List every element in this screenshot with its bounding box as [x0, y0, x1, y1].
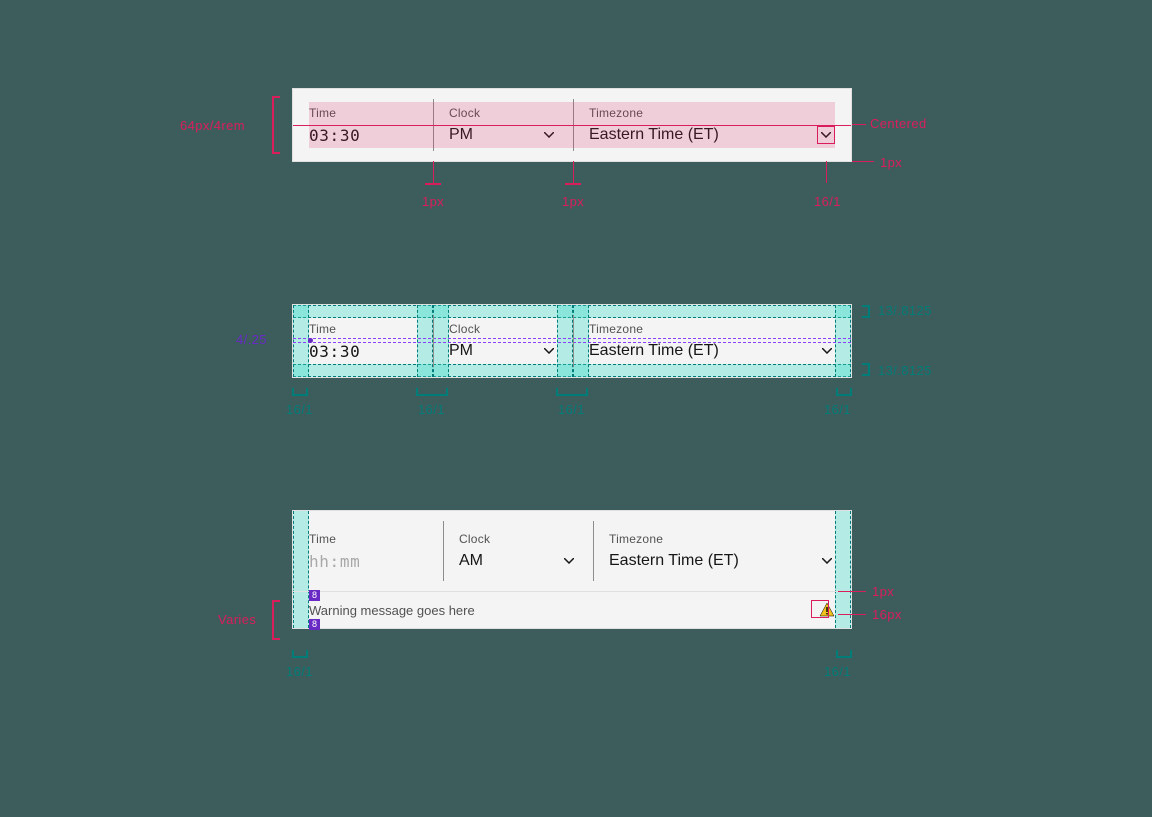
clock-value[interactable]: AM — [459, 552, 483, 570]
annot-varies: Varies — [218, 612, 256, 627]
annot-bottom-pad: 13/.8125 — [878, 363, 932, 378]
spec-panel-1: Time 03:30 Clock PM Timezone Eastern Tim… — [292, 88, 852, 162]
clock-value[interactable]: PM — [449, 342, 473, 360]
clock-label: Clock — [449, 322, 557, 336]
annot-col-right: 16/1 — [824, 664, 851, 679]
time-label: Time — [309, 106, 417, 120]
annot-icon-16px: 16px — [872, 607, 902, 622]
time-value[interactable]: 03:30 — [309, 126, 417, 145]
warning-text: Warning message goes here — [309, 603, 475, 618]
time-placeholder[interactable]: hh:mm — [309, 552, 427, 571]
clock-value[interactable]: PM — [449, 126, 473, 144]
annot-divider-1px-b: 1px — [562, 194, 584, 209]
timezone-label: Timezone — [589, 106, 835, 120]
chevron-down-icon[interactable] — [817, 126, 835, 144]
chevron-down-icon[interactable] — [819, 343, 835, 359]
clock-label: Clock — [449, 106, 557, 120]
chevron-down-icon[interactable] — [561, 553, 577, 569]
timezone-label: Timezone — [589, 322, 835, 336]
timezone-label: Timezone — [609, 532, 835, 546]
chevron-down-icon[interactable] — [541, 343, 557, 359]
timezone-value[interactable]: Eastern Time (ET) — [589, 342, 719, 360]
annot-centered: Centered — [870, 116, 927, 131]
time-label: Time — [309, 322, 417, 336]
annot-col-d: 16/1 — [824, 402, 851, 417]
spacer-badge-top: 8 — [309, 590, 320, 601]
warning-row: 8 Warning message goes here 8 — [293, 591, 851, 628]
annot-border-1px: 1px — [872, 584, 894, 599]
annot-border-1px: 1px — [880, 155, 902, 170]
annot-col-a: 16/1 — [286, 402, 313, 417]
clock-label: Clock — [459, 532, 577, 546]
timezone-value[interactable]: Eastern Time (ET) — [609, 552, 739, 570]
annot-gap-4: 4/.25 — [236, 332, 267, 347]
chevron-down-icon[interactable] — [819, 553, 835, 569]
spec-panel-2: Time 03:30 Clock PM Timezone Eastern Tim… — [292, 304, 852, 378]
annot-top-pad: 13/.8125 — [878, 303, 932, 318]
warning-icon-outline — [811, 600, 829, 618]
time-label: Time — [309, 532, 427, 546]
timezone-value[interactable]: Eastern Time (ET) — [589, 126, 719, 144]
chevron-down-icon[interactable] — [541, 127, 557, 143]
annot-col-c: 16/1 — [558, 402, 585, 417]
annot-col-b: 16/1 — [418, 402, 445, 417]
spacer-badge-bottom: 8 — [309, 619, 320, 630]
annot-height: 64px/4rem — [180, 118, 245, 133]
annot-col-left: 16/1 — [286, 664, 313, 679]
spec-panel-3: Time hh:mm Clock AM Timezone Eastern Tim… — [292, 510, 852, 629]
annot-divider-1px-a: 1px — [422, 194, 444, 209]
annot-chevron-16: 16/1 — [814, 194, 841, 209]
bracket — [292, 388, 308, 396]
time-value[interactable]: 03:30 — [309, 342, 417, 361]
